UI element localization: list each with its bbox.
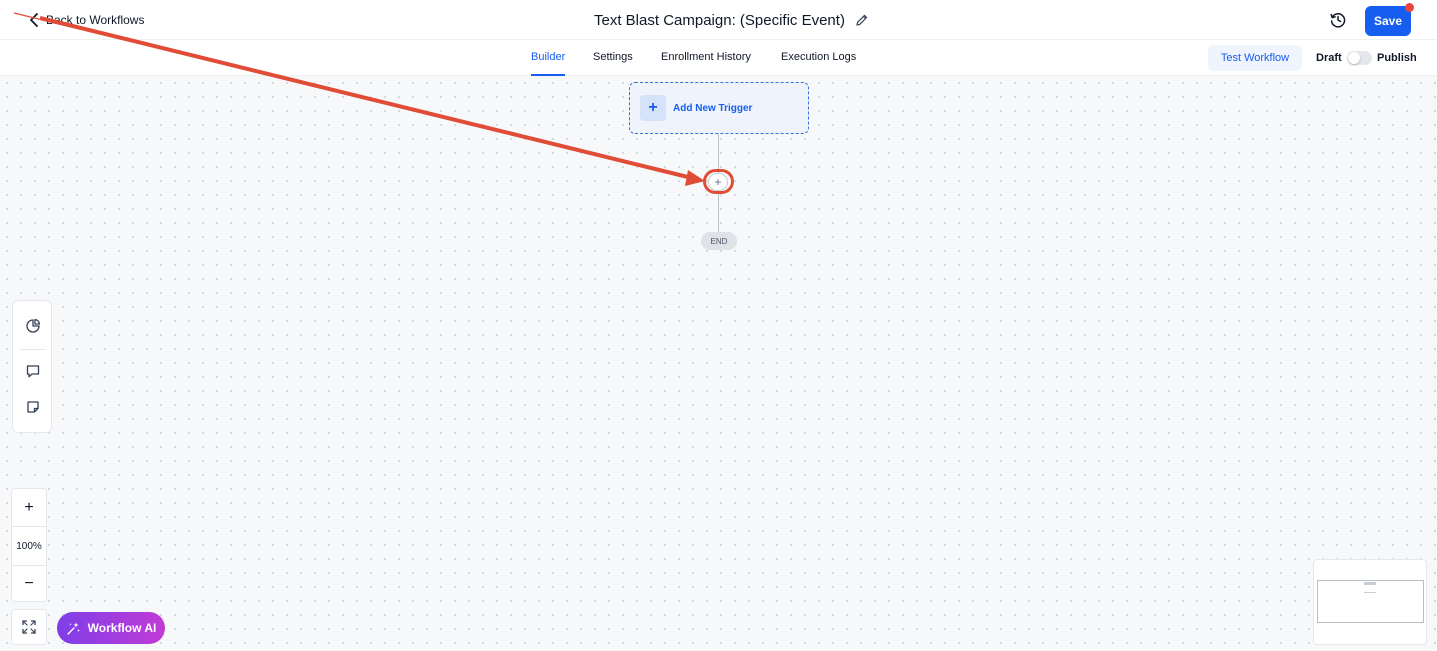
history-clock-icon[interactable]: [1329, 11, 1347, 29]
connector-line: [718, 134, 719, 173]
zoom-out-button[interactable]: −: [12, 567, 46, 601]
zoom-controls: + 100% −: [11, 488, 47, 602]
minimap-viewport[interactable]: [1317, 580, 1424, 623]
add-new-trigger-label: Add New Trigger: [673, 102, 753, 114]
draft-label: Draft: [1316, 52, 1342, 64]
comment-icon: [26, 365, 40, 378]
end-node: END: [701, 232, 737, 250]
fit-to-screen-button[interactable]: [11, 609, 47, 645]
save-button[interactable]: Save: [1365, 6, 1411, 36]
workflow-title-group: Text Blast Campaign: (Specific Event): [594, 9, 869, 31]
toggle-knob: [1348, 52, 1360, 64]
back-label: Back to Workflows: [46, 13, 145, 27]
add-new-trigger-card[interactable]: + Add New Trigger: [629, 82, 809, 134]
sticky-note-button[interactable]: [24, 398, 42, 416]
canvas-tools-panel: [12, 300, 52, 433]
back-to-workflows-link[interactable]: Back to Workflows: [28, 10, 144, 30]
page-title: Text Blast Campaign: (Specific Event): [594, 11, 845, 29]
zoom-level: 100%: [12, 526, 46, 566]
sticky-note-icon: [27, 401, 39, 413]
fit-to-screen-icon: [22, 620, 36, 634]
tab-enrollment-history[interactable]: Enrollment History: [661, 40, 751, 76]
workflow-tabs-bar: Builder Settings Enrollment History Exec…: [0, 40, 1437, 76]
tab-builder[interactable]: Builder: [531, 40, 566, 76]
workflow-ai-button[interactable]: Workflow AI: [57, 612, 165, 644]
tab-settings[interactable]: Settings: [593, 40, 633, 76]
back-chevron-icon: [30, 13, 38, 27]
minimap-node: [1364, 592, 1376, 593]
canvas-minimap[interactable]: [1313, 559, 1427, 645]
pie-chart-icon: [26, 318, 41, 333]
publish-toggle[interactable]: [1347, 51, 1372, 65]
tab-execution-logs[interactable]: Execution Logs: [781, 40, 856, 76]
plus-icon: +: [640, 95, 666, 121]
analytics-button[interactable]: [24, 317, 42, 335]
connector-line: [718, 191, 719, 232]
minimap-node: [1364, 582, 1376, 585]
workflow-ai-label: Workflow AI: [87, 621, 157, 635]
add-action-button[interactable]: +: [708, 173, 728, 191]
top-bar: Back to Workflows Text Blast Campaign: (…: [0, 0, 1437, 40]
publish-label: Publish: [1377, 52, 1417, 64]
zoom-in-button[interactable]: +: [12, 491, 46, 525]
test-workflow-button[interactable]: Test Workflow: [1208, 45, 1302, 71]
unsaved-changes-dot: [1405, 3, 1414, 12]
sparkles-icon: [66, 622, 80, 635]
divider: [20, 349, 46, 350]
pencil-icon[interactable]: [855, 13, 869, 27]
comments-button[interactable]: [24, 362, 42, 380]
